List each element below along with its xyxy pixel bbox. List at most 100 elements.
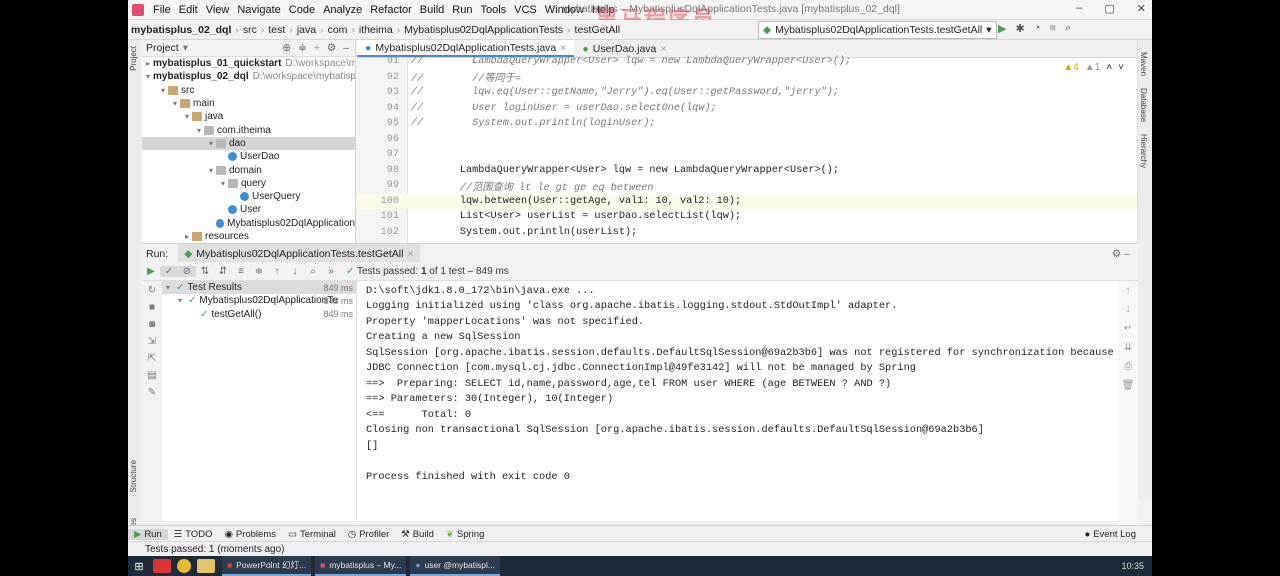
- tool-tab-todo[interactable]: ☰ TODO: [168, 529, 219, 540]
- test-result-item[interactable]: ▾ ✓ Mybatisplus02DqlApplicationTe 849 ms: [162, 294, 356, 307]
- camera-icon[interactable]: ◙: [149, 319, 155, 330]
- pin-icon[interactable]: ✎: [148, 387, 156, 398]
- test-result-item[interactable]: ✓ testGetAll() 849 ms: [162, 308, 356, 321]
- chevron-down-icon[interactable]: ▾: [178, 296, 188, 305]
- code-line[interactable]: 99 //范围查询 lt le gt ge eq between: [357, 178, 1138, 194]
- chevron-right-icon[interactable]: ▸: [146, 59, 150, 68]
- gear-icon[interactable]: ⚙ –: [1112, 248, 1130, 260]
- stop-icon[interactable]: ■: [1049, 22, 1056, 35]
- rerun-icon[interactable]: ▶: [142, 266, 160, 277]
- search-icon[interactable]: ⌕: [1065, 22, 1071, 35]
- tool-tab-terminal[interactable]: ▭ Terminal: [282, 529, 342, 540]
- menu-code[interactable]: Code: [285, 4, 319, 16]
- code-line[interactable]: 102 System.out.println(userList);: [357, 225, 1138, 241]
- trash-icon[interactable]: 🗑: [1122, 380, 1135, 391]
- chevron-down-icon[interactable]: ▾: [194, 126, 204, 135]
- tree-item[interactable]: ▸ mybatisplus_01_quickstart D:\workspace\m: [142, 57, 355, 70]
- menu-analyze[interactable]: Analyze: [319, 4, 366, 16]
- chevron-down-icon[interactable]: ˅: [1118, 62, 1124, 73]
- menu-refactor[interactable]: Refactor: [366, 4, 416, 16]
- chevron-down-icon[interactable]: ▾: [183, 42, 188, 54]
- task-intellij[interactable]: ■ mybatisplus – My...: [315, 556, 407, 576]
- close-tab-icon[interactable]: ×: [407, 248, 413, 260]
- chevron-down-icon[interactable]: ▾: [166, 283, 176, 292]
- export-icon[interactable]: ⇱: [148, 353, 156, 364]
- tree-item[interactable]: UserDao: [142, 150, 355, 163]
- tool-tab-spring[interactable]: ❦ Spring: [440, 529, 490, 540]
- search-icon[interactable]: ⌕: [304, 266, 322, 277]
- hierarchy-tool-tab[interactable]: Hierarchy: [1139, 134, 1148, 168]
- tool-tab-build[interactable]: ⚒ Build: [395, 529, 440, 540]
- code-line[interactable]: 94 // User loginUser = userDao.selectOne(…: [357, 101, 1138, 117]
- console-output[interactable]: D:\soft\jdk1.8.0_172\bin\java.exe ... Log…: [357, 281, 1138, 521]
- gear-icon[interactable]: ⚙: [327, 42, 336, 54]
- code-line[interactable]: 97: [357, 147, 1138, 163]
- tree-item[interactable]: User: [142, 203, 355, 216]
- scroll-to-end-icon[interactable]: ⇊: [1124, 342, 1132, 353]
- code-line[interactable]: 98 LambdaQueryWrapper<User> lqw = new La…: [357, 163, 1138, 179]
- tree-item[interactable]: ▾ domain: [142, 163, 355, 176]
- coverage-icon[interactable]: ◔: [1034, 22, 1041, 35]
- chevron-down-icon[interactable]: ▾: [218, 179, 228, 188]
- code-line[interactable]: 96: [357, 132, 1138, 148]
- sort-alpha-icon[interactable]: ⇅: [196, 266, 214, 277]
- code-line[interactable]: 100 lqw.between(User::getAge, val1: 10, …: [357, 193, 1138, 209]
- chevron-right-icon[interactable]: ▸: [182, 232, 192, 241]
- code-line[interactable]: 91 // LambdaQueryWrapper<User> lqw = new …: [357, 54, 1138, 70]
- tool-tab-run[interactable]: ▶ Run: [128, 528, 168, 540]
- menu-edit[interactable]: Edit: [175, 4, 202, 16]
- menu-vcs[interactable]: VCS: [510, 4, 541, 16]
- inspection-indicators[interactable]: ▲4 ▲1 ˄ ˅: [1063, 62, 1124, 73]
- maven-tool-tab[interactable]: Maven: [1139, 52, 1148, 76]
- tool-tab-problems[interactable]: ◉ Problems: [219, 529, 282, 540]
- scroll-up-icon[interactable]: ↑: [1126, 285, 1131, 296]
- menu-navigate[interactable]: Navigate: [233, 4, 284, 16]
- menu-tools[interactable]: Tools: [476, 4, 510, 16]
- maximize-icon[interactable]: ▢: [1104, 2, 1114, 15]
- breadcrumb-src[interactable]: src: [240, 24, 260, 36]
- tree-item[interactable]: ▾ src: [142, 84, 355, 97]
- tree-item[interactable]: ▾ main: [142, 97, 355, 110]
- chevron-down-icon[interactable]: ▾: [206, 139, 216, 148]
- tree-item[interactable]: ▾ mybatisplus_02_dql D:\workspace\mybatisp: [142, 70, 355, 83]
- close-tab-icon[interactable]: ×: [560, 42, 566, 54]
- rerun-icon[interactable]: ↻: [148, 285, 156, 296]
- tree-item[interactable]: Mybatisplus02DqlApplication: [142, 217, 355, 230]
- menu-file[interactable]: File: [149, 4, 175, 16]
- soft-wrap-icon[interactable]: ↵: [1124, 323, 1132, 334]
- breadcrumb-test[interactable]: test: [265, 24, 288, 36]
- structure-tool-tab[interactable]: Structure: [129, 460, 138, 492]
- run-configuration-select[interactable]: ◆ Mybatisplus02DqlApplicationTests.testG…: [758, 21, 997, 39]
- import-icon[interactable]: ⇲: [148, 336, 156, 347]
- breadcrumb-itheima[interactable]: itheima: [356, 24, 396, 36]
- chevron-down-icon[interactable]: ▾: [146, 72, 150, 81]
- scroll-down-icon[interactable]: ↓: [1126, 304, 1131, 315]
- collapse-all-icon[interactable]: ≑: [298, 42, 307, 54]
- code-line[interactable]: 101 List<User> userList = userDao.select…: [357, 209, 1138, 225]
- app-icon[interactable]: [153, 559, 171, 573]
- chevron-down-icon[interactable]: ▾: [206, 166, 216, 175]
- tree-item[interactable]: ▾ com.itheima: [142, 123, 355, 136]
- test-result-item[interactable]: ▾ ✓ Test Results 849 ms: [162, 281, 356, 295]
- breadcrumb-method[interactable]: testGetAll: [572, 24, 624, 36]
- locate-icon[interactable]: ⊕: [282, 42, 291, 54]
- chevron-up-icon[interactable]: ˄: [1106, 62, 1112, 73]
- more-icon[interactable]: »: [322, 266, 340, 277]
- task-navicat[interactable]: ● user @mybatispl...: [410, 556, 500, 576]
- code-line[interactable]: 93 // lqw.eq(User::getName,"Jerry").eq(Us…: [357, 85, 1138, 101]
- chrome-icon[interactable]: [177, 559, 191, 573]
- stop-icon[interactable]: ■: [149, 302, 155, 313]
- code-area[interactable]: 91 // LambdaQueryWrapper<User> lqw = new …: [357, 56, 1138, 243]
- debug-icon[interactable]: ✱: [1015, 22, 1024, 35]
- collapse-all-icon[interactable]: ≑: [250, 266, 268, 277]
- folder-icon[interactable]: [197, 559, 215, 573]
- code-line[interactable]: 95 // System.out.println(loginUser);: [357, 116, 1138, 132]
- layout-icon[interactable]: ▤: [147, 370, 156, 381]
- tree-item[interactable]: UserQuery: [142, 190, 355, 203]
- task-powerpoint[interactable]: ■ PowerPoint 幻灯...: [222, 556, 312, 576]
- tree-item[interactable]: ▾ java: [142, 110, 355, 123]
- tool-tab-profiler[interactable]: ◷ Profiler: [342, 529, 395, 540]
- project-tool-tab[interactable]: Project: [129, 46, 138, 71]
- run-icon[interactable]: ▶: [998, 22, 1006, 35]
- print-icon[interactable]: ⎙: [1124, 361, 1132, 372]
